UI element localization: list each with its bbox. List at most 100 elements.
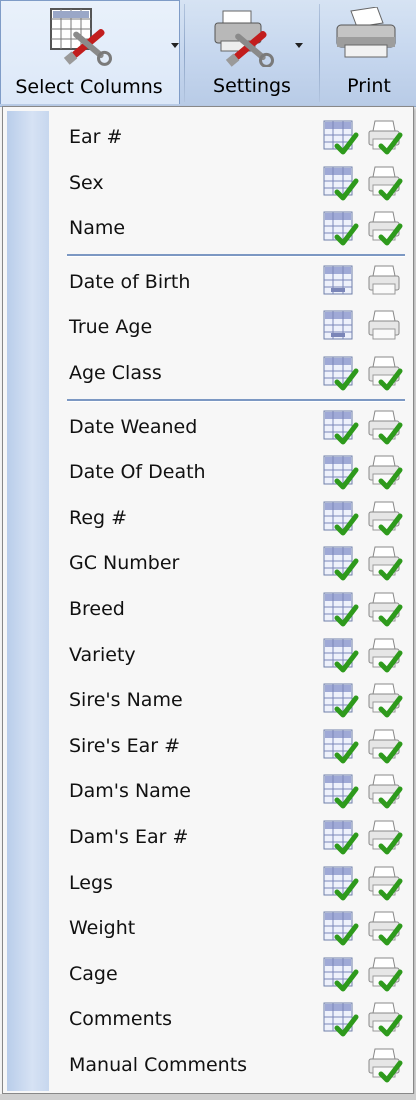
menu-item-label: Breed (69, 598, 125, 620)
print-column-icon[interactable] (367, 264, 403, 300)
menu-item-date-of-death[interactable]: Date Of Death (53, 450, 409, 494)
menu-item-cage[interactable]: Cage (53, 952, 409, 996)
toolbar-separator (184, 4, 185, 102)
print-column-checked-icon[interactable] (367, 682, 403, 718)
grid-column-checked-icon[interactable] (323, 119, 359, 155)
grid-column-checked-icon[interactable] (323, 865, 359, 901)
menu-item-manual-comments[interactable]: Manual Comments (53, 1043, 409, 1087)
grid-column-checked-icon[interactable] (323, 819, 359, 855)
menu-item-legs[interactable]: Legs (53, 861, 409, 905)
print-column-checked-icon[interactable] (367, 500, 403, 536)
menu-item-label: Date Weaned (69, 416, 198, 438)
menu-item-label: True Age (69, 316, 153, 338)
grid-column-icon[interactable] (323, 309, 359, 345)
print-column-checked-icon[interactable] (367, 1001, 403, 1037)
menu-item-label: GC Number (69, 552, 180, 574)
menu-item-weight[interactable]: Weight (53, 906, 409, 950)
menu-item-label: Legs (69, 872, 113, 894)
grid-column-checked-icon[interactable] (323, 773, 359, 809)
grid-column-checked-icon[interactable] (323, 545, 359, 581)
menu-item-dam-s-ear[interactable]: Dam's Ear # (53, 815, 409, 859)
print-column-checked-icon[interactable] (367, 165, 403, 201)
select-columns-button[interactable]: Select Columns (0, 0, 180, 104)
menu-item-sire-s-ear[interactable]: Sire's Ear # (53, 724, 409, 768)
menu-item-name[interactable]: Name (53, 206, 409, 250)
print-column-checked-icon[interactable] (367, 728, 403, 764)
menu-item-age-class[interactable]: Age Class (53, 351, 409, 395)
grid-column-checked-icon[interactable] (323, 591, 359, 627)
print-column-checked-icon[interactable] (367, 956, 403, 992)
grid-column-checked-icon[interactable] (323, 355, 359, 391)
printer-wrench-icon (214, 10, 274, 67)
grid-column-checked-icon[interactable] (323, 682, 359, 718)
menu-item-label: Sire's Name (69, 689, 183, 711)
grid-wrench-icon (50, 8, 112, 66)
menu-item-breed[interactable]: Breed (53, 587, 409, 631)
menu-item-reg[interactable]: Reg # (53, 496, 409, 540)
grid-column-checked-icon[interactable] (323, 210, 359, 246)
grid-column-checked-icon[interactable] (323, 956, 359, 992)
print-column-checked-icon[interactable] (367, 409, 403, 445)
menu-item-gc-number[interactable]: GC Number (53, 541, 409, 585)
print-column-checked-icon[interactable] (367, 454, 403, 490)
menu-item-date-weaned[interactable]: Date Weaned (53, 405, 409, 449)
print-column-checked-icon[interactable] (367, 637, 403, 673)
menu-icon-gutter (7, 111, 49, 1091)
grid-column-checked-icon[interactable] (323, 165, 359, 201)
menu-item-sex[interactable]: Sex (53, 161, 409, 205)
print-column-checked-icon[interactable] (367, 210, 403, 246)
menu-item-label: Variety (69, 644, 136, 666)
menu-item-dam-s-name[interactable]: Dam's Name (53, 769, 409, 813)
menu-item-label: Manual Comments (69, 1054, 248, 1076)
ribbon-toolbar: Select Columns Settings Print (0, 0, 416, 107)
menu-item-comments[interactable]: Comments (53, 997, 409, 1041)
menu-item-date-of-birth[interactable]: Date of Birth (53, 260, 409, 304)
chevron-down-icon (295, 43, 303, 48)
print-button[interactable]: Print (322, 0, 416, 104)
menu-item-label: Date Of Death (69, 461, 206, 483)
grid-column-checked-icon[interactable] (323, 728, 359, 764)
grid-column-checked-icon[interactable] (323, 1001, 359, 1037)
underlying-window-strip (0, 1094, 416, 1100)
menu-item-label: Comments (69, 1008, 172, 1030)
grid-column-checked-icon[interactable] (323, 910, 359, 946)
grid-column-checked-icon[interactable] (323, 409, 359, 445)
menu-separator (67, 398, 405, 402)
print-column-checked-icon[interactable] (367, 355, 403, 391)
menu-item-true-age[interactable]: True Age (53, 305, 409, 349)
menu-item-label: Cage (69, 963, 118, 985)
select-columns-label: Select Columns (15, 76, 163, 98)
menu-item-label: Sire's Ear # (69, 735, 181, 757)
print-column-checked-icon[interactable] (367, 545, 403, 581)
print-column-checked-icon[interactable] (367, 819, 403, 855)
print-column-checked-icon[interactable] (367, 1047, 403, 1083)
print-column-checked-icon[interactable] (367, 591, 403, 627)
print-column-checked-icon[interactable] (367, 773, 403, 809)
print-column-checked-icon[interactable] (367, 119, 403, 155)
menu-item-label: Ear # (69, 126, 123, 148)
menu-item-label: Dam's Name (69, 780, 191, 802)
menu-item-label: Reg # (69, 507, 128, 529)
menu-item-label: Weight (69, 917, 136, 939)
settings-button[interactable]: Settings (188, 0, 316, 104)
menu-item-ear[interactable]: Ear # (53, 115, 409, 159)
print-label: Print (347, 75, 391, 97)
grid-column-checked-icon[interactable] (323, 454, 359, 490)
settings-label: Settings (213, 75, 291, 97)
print-column-checked-icon[interactable] (367, 865, 403, 901)
menu-item-label: Date of Birth (69, 271, 191, 293)
print-column-icon[interactable] (367, 309, 403, 345)
menu-item-label: Sex (69, 172, 104, 194)
grid-column-checked-icon[interactable] (323, 637, 359, 673)
print-column-checked-icon[interactable] (367, 910, 403, 946)
menu-item-label: Name (69, 217, 126, 239)
menu-separator (67, 253, 405, 257)
menu-item-variety[interactable]: Variety (53, 633, 409, 677)
chevron-down-icon (171, 43, 179, 48)
grid-column-checked-icon[interactable] (323, 500, 359, 536)
grid-column-icon[interactable] (323, 264, 359, 300)
menu-item-sire-s-name[interactable]: Sire's Name (53, 678, 409, 722)
menu-item-label: Age Class (69, 362, 162, 384)
toolbar-separator (319, 4, 320, 102)
select-columns-dropdown: Ear # Sex Name Date of Birth True Age Age Cla… (2, 106, 414, 1094)
